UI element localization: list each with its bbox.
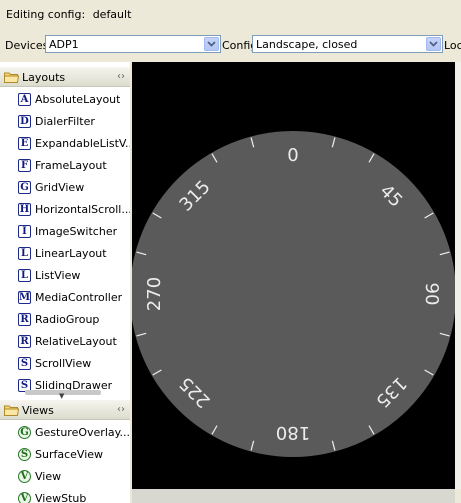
config-select[interactable]: Landscape, closed xyxy=(252,35,443,53)
dial-label: 0 xyxy=(287,145,298,166)
device-screen[interactable]: 0 45 90 135 180 225 270 315 xyxy=(130,62,456,489)
palette-item[interactable]: L ListView xyxy=(18,266,130,284)
widget-icon: M xyxy=(18,290,31,304)
device-select[interactable]: ADP1 xyxy=(45,35,221,53)
rotary-dial[interactable]: 04590135180225270315 xyxy=(130,62,456,489)
palette-item[interactable]: M MediaController xyxy=(18,288,130,306)
widget-icon: L xyxy=(18,268,31,282)
folder-icon xyxy=(4,71,20,86)
palette-item[interactable]: G GestureOverlay... xyxy=(18,423,130,441)
widget-icon: S xyxy=(18,356,31,370)
palette-item-label: ImageSwitcher xyxy=(35,224,118,238)
config-toolbar: Devices ADP1 Config Landscape, closed Lo… xyxy=(0,34,461,56)
category-views-label: Views xyxy=(22,404,54,417)
dial-label: 180 xyxy=(276,422,310,443)
widget-icon: E xyxy=(18,136,31,150)
palette-item[interactable]: D DialerFilter xyxy=(18,112,130,130)
palette-item[interactable]: L LinearLayout xyxy=(18,244,130,262)
category-layouts-label: Layouts xyxy=(22,71,66,84)
editing-config-status: Editing config: default xyxy=(6,8,131,21)
palette-item[interactable]: I ImageSwitcher xyxy=(18,222,130,240)
palette-item-label: ListView xyxy=(35,268,81,282)
widget-icon: H xyxy=(18,202,31,216)
config-name: default xyxy=(92,8,132,21)
locale-label: Loca xyxy=(444,39,461,52)
widget-icon: V xyxy=(18,469,31,483)
palette-item-label: ExpandableListV... xyxy=(35,136,130,150)
palette-item-label: FrameLayout xyxy=(35,158,107,172)
widget-palette: Layouts ‹› A AbsoluteLayout D DialerFilter E… xyxy=(0,62,130,503)
devices-label: Devices xyxy=(5,39,49,52)
widget-icon: S xyxy=(18,447,31,461)
editing-config-label: Editing config: xyxy=(6,8,86,21)
palette-item-label: GestureOverlay... xyxy=(35,425,130,439)
palette-item[interactable]: A AbsoluteLayout xyxy=(18,90,130,108)
dial-label: 90 xyxy=(421,283,442,306)
palette-item[interactable]: R RadioGroup xyxy=(18,310,130,328)
palette-item-label: View xyxy=(35,469,62,483)
palette-item-label: RelativeLayout xyxy=(35,334,117,348)
category-layouts[interactable]: Layouts ‹› xyxy=(0,67,130,87)
widget-icon: D xyxy=(18,114,31,128)
palette-item[interactable]: E ExpandableListV... xyxy=(18,134,130,152)
widget-icon: I xyxy=(18,224,31,238)
widget-icon: R xyxy=(18,312,31,326)
category-views[interactable]: Views ‹› xyxy=(0,400,130,420)
palette-item-label: ScrollView xyxy=(35,356,92,370)
device-select-value: ADP1 xyxy=(49,38,79,51)
palette-item-label: ViewStub xyxy=(35,491,87,503)
palette-item-label: GridView xyxy=(35,180,85,194)
palette-item[interactable]: V View xyxy=(18,467,130,485)
palette-item-label: SurfaceView xyxy=(35,447,104,461)
palette-item[interactable]: R RelativeLayout xyxy=(18,332,130,350)
palette-item-label: RadioGroup xyxy=(35,312,100,326)
canvas-vertical-scrollbar[interactable] xyxy=(455,62,461,489)
palette-item[interactable]: H HorizontalScroll... xyxy=(18,200,130,218)
widget-icon: L xyxy=(18,246,31,260)
palette-item[interactable]: S ScrollView xyxy=(18,354,130,372)
palette-item[interactable]: V ViewStub xyxy=(18,489,130,503)
chevron-down-icon[interactable] xyxy=(426,37,441,51)
collapse-arrows-icon[interactable]: ‹› xyxy=(117,71,125,82)
scroll-down-icon[interactable]: ▼ xyxy=(59,392,64,400)
widget-icon: G xyxy=(18,425,31,439)
palette-item[interactable]: S SurfaceView xyxy=(18,445,130,463)
collapse-arrows-icon[interactable]: ‹› xyxy=(117,404,125,415)
palette-item-label: HorizontalScroll... xyxy=(35,202,130,216)
folder-icon xyxy=(4,404,20,419)
widget-icon: V xyxy=(18,491,31,503)
widget-icon: F xyxy=(18,158,31,172)
dial-face xyxy=(130,131,456,457)
palette-item-label: DialerFilter xyxy=(35,114,95,128)
widget-icon: A xyxy=(18,92,31,106)
canvas-horizontal-scrollbar[interactable] xyxy=(132,489,455,503)
palette-item-label: AbsoluteLayout xyxy=(35,92,121,106)
chevron-down-icon[interactable] xyxy=(204,37,219,51)
config-select-value: Landscape, closed xyxy=(256,38,358,51)
palette-item-label: MediaController xyxy=(35,290,123,304)
palette-item[interactable]: F FrameLayout xyxy=(18,156,130,174)
widget-icon: R xyxy=(18,334,31,348)
palette-item-label: LinearLayout xyxy=(35,246,107,260)
layout-canvas: 0 45 90 135 180 225 270 315 xyxy=(130,62,461,503)
palette-item[interactable]: G GridView xyxy=(18,178,130,196)
dial-label: 270 xyxy=(144,277,165,311)
widget-icon: G xyxy=(18,180,31,194)
